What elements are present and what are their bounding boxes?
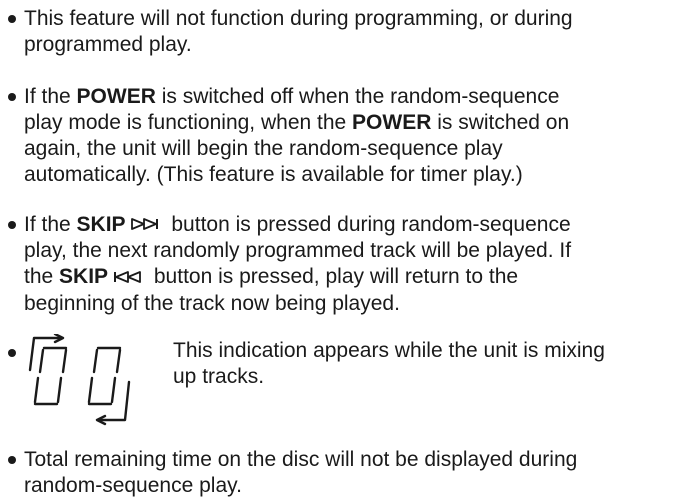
text-line: This indication appears while the unit i… [173, 339, 605, 362]
text-line: If the POWER is switched off when the ra… [24, 84, 689, 110]
text-line: play mode is functioning, when the POWER… [24, 110, 689, 136]
text-fragment: If the [24, 213, 77, 236]
bullet-text: If the POWER is switched off when the ra… [24, 84, 689, 188]
bullet-dot [8, 349, 16, 357]
text-line: This feature will not function during pr… [24, 7, 573, 30]
bullet-text: Total remaining time on the disc will no… [24, 447, 689, 499]
bullet-dot [8, 15, 16, 23]
manual-page: This feature will not function during pr… [0, 0, 694, 503]
bullet-dot [8, 456, 16, 464]
power-label: POWER [76, 85, 156, 108]
text-fragment: is switched on [431, 111, 570, 134]
skip-back-icon [112, 265, 142, 291]
text-fragment: button is pressed during random-sequence [165, 213, 571, 236]
bullet-text: This indication appears while the unit i… [173, 338, 673, 390]
text-line: programmed play. [24, 33, 192, 56]
text-fragment: the [24, 265, 60, 289]
skip-label: SKIP [76, 213, 126, 236]
skip-forward-icon [130, 212, 160, 238]
text-fragment: If the [24, 85, 77, 108]
text-line: random-sequence play. [24, 474, 242, 497]
text-line: play, the next randomly programmed track… [24, 239, 572, 263]
text-fragment: is switched off when the random-sequence [155, 85, 560, 108]
text-line: the SKIP button is pressed, play will re… [24, 264, 689, 290]
text-line: beginning of the track now being played. [24, 291, 400, 315]
bullet-dot [8, 93, 16, 101]
text-line: If the SKIP button is pressed during ran… [24, 212, 689, 238]
text-line: automatically. (This feature is availabl… [24, 163, 523, 186]
text-line: again, the unit will begin the random-se… [24, 137, 503, 160]
text-line: up tracks. [173, 365, 265, 388]
skip-label: SKIP [59, 265, 109, 289]
power-label: POWER [352, 111, 432, 134]
text-line: Total remaining time on the disc will no… [24, 448, 578, 471]
segment-display-shuffle-icon [22, 332, 150, 426]
bullet-dot [8, 221, 16, 229]
text-fragment: play mode is functioning, when the [24, 111, 353, 134]
bullet-text: If the SKIP button is pressed during ran… [24, 212, 689, 317]
text-fragment: button is pressed, play will return to t… [148, 265, 519, 289]
bullet-text: This feature will not function during pr… [24, 6, 689, 58]
